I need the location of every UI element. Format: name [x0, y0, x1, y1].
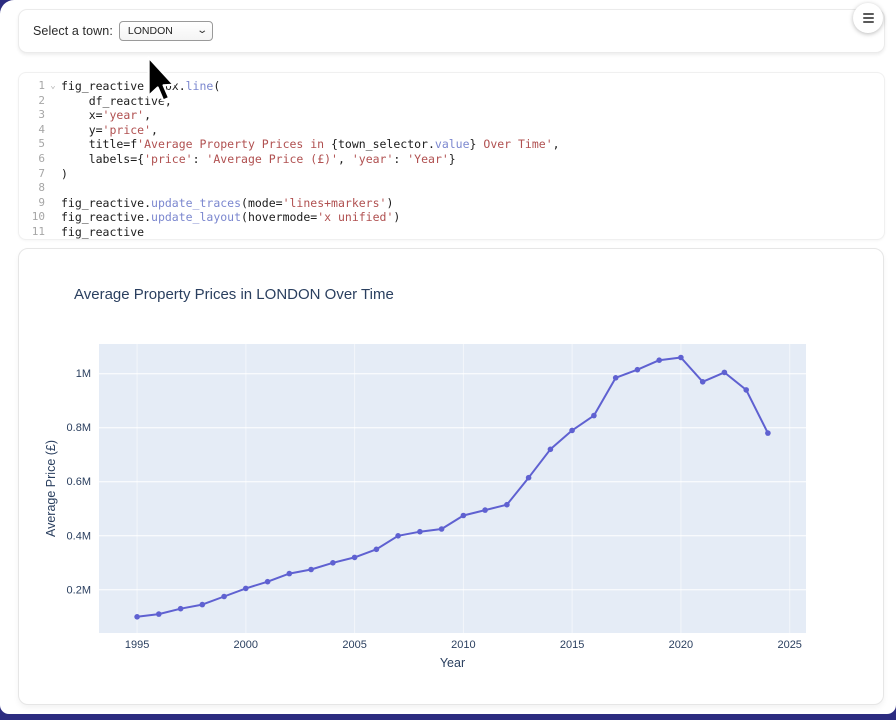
code-text: y='price',: [61, 123, 158, 138]
town-selector-label: Select a town:: [33, 24, 113, 38]
line-number: 5: [19, 137, 45, 152]
svg-text:2025: 2025: [777, 639, 801, 651]
code-text: fig_reactive: [61, 225, 144, 240]
fold-gutter: [45, 167, 61, 182]
line-number: 2: [19, 94, 45, 109]
code-text: fig_reactive = px.line(: [61, 79, 220, 94]
svg-text:1995: 1995: [125, 639, 149, 651]
code-text: x='year',: [61, 108, 151, 123]
chevron-down-icon: ⌄: [196, 26, 208, 36]
code-line: 8: [19, 181, 884, 196]
svg-text:2015: 2015: [560, 639, 584, 651]
town-selector-card: Select a town: LONDON ⌄: [18, 9, 885, 53]
fold-gutter: [45, 225, 61, 240]
line-number: 1: [19, 79, 45, 94]
code-text: ): [61, 167, 68, 182]
code-text: title=f'Average Property Prices in {town…: [61, 137, 560, 152]
code-line: 2 df_reactive,: [19, 94, 884, 109]
svg-text:0.6M: 0.6M: [67, 476, 91, 488]
svg-text:0.2M: 0.2M: [67, 584, 91, 596]
svg-text:2000: 2000: [234, 639, 258, 651]
line-number: 6: [19, 152, 45, 167]
fold-gutter: [45, 123, 61, 138]
fold-gutter: [45, 196, 61, 211]
svg-text:0.4M: 0.4M: [67, 530, 91, 542]
line-number: 11: [19, 225, 45, 240]
fold-gutter: [45, 94, 61, 109]
line-number: 10: [19, 210, 45, 225]
svg-text:2020: 2020: [669, 639, 693, 651]
app-page: Select a town: LONDON ⌄ 1⌄fig_reactive =…: [0, 0, 896, 714]
plotly-chart[interactable]: 1995 2000 2005 2010 2015 2020 2025 0.2M 0.4M 0.6M…: [19, 249, 883, 679]
menu-button[interactable]: [853, 3, 883, 33]
svg-text:Average Price (£): Average Price (£): [44, 440, 58, 537]
fold-chevron-icon[interactable]: ⌄: [45, 79, 61, 94]
chart-output-card: 1995 2000 2005 2010 2015 2020 2025 0.2M 0.4M 0.6M…: [18, 248, 884, 705]
code-line: 9 fig_reactive.update_traces(mode='lines+…: [19, 196, 884, 211]
code-line: 10 fig_reactive.update_layout(hovermode='…: [19, 210, 884, 225]
code-line: 11 fig_reactive: [19, 225, 884, 240]
code-line: 6 labels={'price': 'Average Price (£)', …: [19, 152, 884, 167]
code-line: 5 title=f'Average Property Prices in {to…: [19, 137, 884, 152]
fold-gutter: [45, 108, 61, 123]
town-select[interactable]: LONDON ⌄: [119, 21, 213, 41]
svg-text:2005: 2005: [342, 639, 366, 651]
code-line: 4 y='price',: [19, 123, 884, 138]
code-text: df_reactive,: [61, 94, 172, 109]
line-number: 9: [19, 196, 45, 211]
code-line: 1⌄fig_reactive = px.line(: [19, 79, 884, 94]
svg-text:0.8M: 0.8M: [67, 422, 91, 434]
svg-text:1M: 1M: [76, 368, 91, 380]
fold-gutter: [45, 152, 61, 167]
svg-text:Year: Year: [440, 656, 465, 670]
fold-gutter: [45, 137, 61, 152]
code-text: fig_reactive.update_traces(mode='lines+m…: [61, 196, 393, 211]
svg-text:2010: 2010: [451, 639, 475, 651]
line-number: 4: [19, 123, 45, 138]
code-text: fig_reactive.update_layout(hovermode='x …: [61, 210, 400, 225]
code-line: 3 x='year',: [19, 108, 884, 123]
fold-gutter: [45, 210, 61, 225]
code-line: 7): [19, 167, 884, 182]
line-number: 7: [19, 167, 45, 182]
line-number: 8: [19, 181, 45, 196]
fold-gutter: [45, 181, 61, 196]
svg-text:Average Property Prices in LON: Average Property Prices in LONDON Over T…: [74, 286, 394, 303]
code-text: labels={'price': 'Average Price (£)', 'y…: [61, 152, 456, 167]
town-select-value: LONDON: [128, 25, 173, 37]
line-number: 3: [19, 108, 45, 123]
code-editor[interactable]: 1⌄fig_reactive = px.line(2 df_reactive,3…: [18, 72, 885, 240]
